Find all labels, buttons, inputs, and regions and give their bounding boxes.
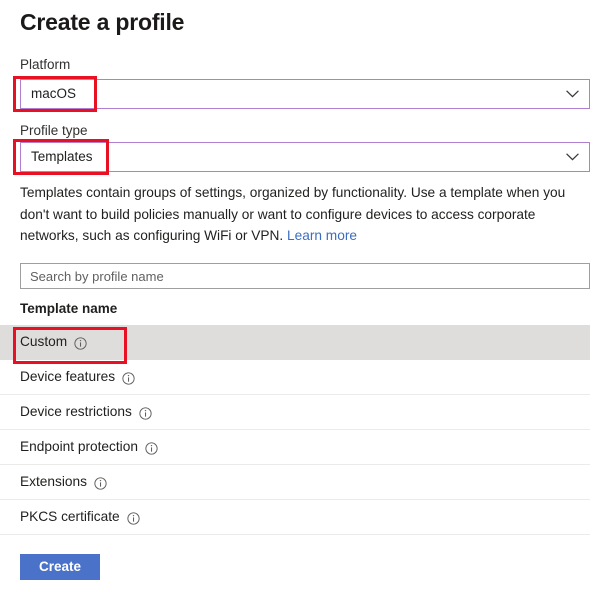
profile-type-dropdown-value: Templates bbox=[31, 148, 93, 166]
create-button[interactable]: Create bbox=[20, 554, 100, 580]
description-text: Templates contain groups of settings, or… bbox=[20, 182, 592, 247]
profile-type-label: Profile type bbox=[20, 122, 88, 140]
table-row[interactable]: Device features bbox=[0, 360, 590, 395]
table-row[interactable]: Device restrictions bbox=[0, 395, 590, 430]
template-name-column-header: Template name bbox=[20, 300, 117, 318]
learn-more-link[interactable]: Learn more bbox=[287, 228, 357, 243]
template-row-label: PKCS certificate bbox=[20, 508, 120, 526]
platform-dropdown-value: macOS bbox=[31, 85, 76, 103]
template-row-label: Custom bbox=[20, 333, 67, 351]
chevron-down-icon bbox=[566, 153, 579, 161]
table-row[interactable]: PKCS certificate bbox=[0, 500, 590, 535]
profile-type-dropdown[interactable]: Templates bbox=[20, 142, 590, 172]
info-icon[interactable] bbox=[145, 442, 158, 455]
info-icon[interactable] bbox=[74, 337, 87, 350]
chevron-down-icon bbox=[566, 90, 579, 98]
platform-label: Platform bbox=[20, 56, 70, 74]
template-list: Custom Device features Device restrictions… bbox=[0, 325, 590, 535]
template-row-label: Endpoint protection bbox=[20, 438, 138, 456]
template-row-label: Device features bbox=[20, 368, 115, 386]
template-row-label: Extensions bbox=[20, 473, 87, 491]
create-profile-panel: Create a profile Platform macOS Profile … bbox=[0, 0, 600, 593]
platform-dropdown[interactable]: macOS bbox=[20, 79, 590, 109]
info-icon[interactable] bbox=[139, 407, 152, 420]
info-icon[interactable] bbox=[127, 512, 140, 525]
page-title: Create a profile bbox=[20, 7, 184, 37]
info-icon[interactable] bbox=[94, 477, 107, 490]
table-row[interactable]: Endpoint protection bbox=[0, 430, 590, 465]
search-input[interactable] bbox=[20, 263, 590, 289]
table-row[interactable]: Extensions bbox=[0, 465, 590, 500]
table-row[interactable]: Custom bbox=[0, 325, 590, 360]
template-row-label: Device restrictions bbox=[20, 403, 132, 421]
info-icon[interactable] bbox=[122, 372, 135, 385]
